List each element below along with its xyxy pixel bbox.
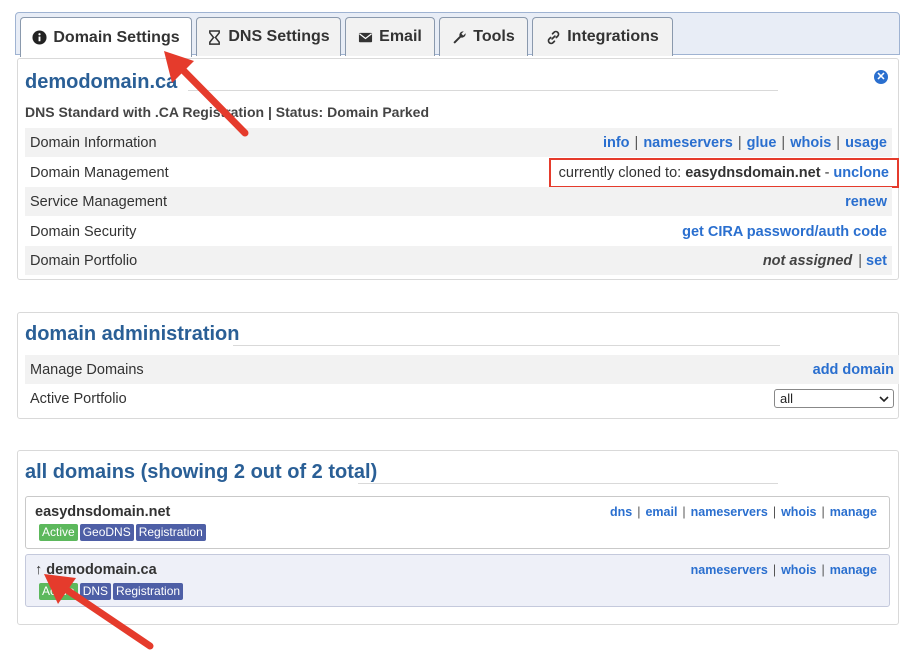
tab-label: Integrations — [567, 28, 659, 45]
domain-links: dns | email | nameservers | whois | manage — [609, 505, 877, 519]
manage-link[interactable]: manage — [830, 505, 877, 519]
unclone-link[interactable]: unclone — [833, 165, 889, 181]
annotation-arrow-icon — [164, 51, 249, 137]
whois-link[interactable]: whois — [781, 505, 816, 519]
row-domain-management: Domain Management currently cloned to: e… — [25, 157, 899, 188]
tab-label: DNS Settings — [228, 28, 330, 45]
badge-group: Active GeoDNS Registration — [39, 524, 206, 541]
cloned-domain: easydnsdomain.net — [685, 164, 821, 181]
envelope-icon — [359, 32, 373, 42]
row-manage-domains: Manage Domains add domain — [25, 355, 899, 384]
wrench-icon — [453, 30, 466, 44]
status-badge: Active — [39, 524, 78, 541]
row-service-management: Service Management renew — [25, 187, 892, 216]
row-domain-security: Domain Security get CIRA password/auth c… — [25, 217, 892, 246]
glue-link[interactable]: glue — [747, 135, 777, 151]
row-domain-portfolio: Domain Portfolio not assigned | set — [25, 246, 892, 275]
portfolio-status: not assigned — [762, 252, 853, 269]
row-label: Manage Domains — [30, 361, 144, 378]
info-circle-icon — [32, 30, 47, 45]
set-link[interactable]: set — [866, 253, 887, 269]
clone-prefix: currently cloned to: — [558, 164, 682, 181]
info-link[interactable]: info — [603, 135, 630, 151]
nameservers-link[interactable]: nameservers — [691, 505, 768, 519]
row-label: Service Management — [30, 193, 168, 210]
close-icon[interactable]: ✕ — [874, 70, 888, 84]
divider — [188, 90, 778, 91]
manage-link[interactable]: manage — [830, 563, 877, 577]
tab-bar: Domain Settings DNS Settings Email Tools… — [15, 12, 900, 57]
row-label: Domain Security — [30, 223, 137, 240]
row-label: Active Portfolio — [30, 390, 127, 407]
row-active-portfolio: Active Portfolio all — [25, 384, 899, 413]
add-domain-link[interactable]: add domain — [813, 362, 894, 378]
tab-label: Email — [379, 28, 422, 45]
row-label: Domain Information — [30, 134, 157, 151]
auth-code-link[interactable]: get CIRA password/auth code — [682, 224, 887, 240]
domain-card-easydnsdomain[interactable]: easydnsdomain.net dns | email | nameserver… — [25, 496, 890, 549]
domain-name: easydnsdomain.net — [35, 504, 171, 520]
service-badge: GeoDNS — [79, 524, 134, 541]
row-label: Domain Management — [30, 164, 169, 181]
nameservers-link[interactable]: nameservers — [643, 135, 733, 151]
divider — [233, 345, 780, 346]
admin-title: domain administration — [25, 323, 240, 345]
clone-status-highlight: currently cloned to: easydnsdomain.net -… — [548, 157, 899, 188]
dns-link[interactable]: dns — [610, 505, 632, 519]
row-label: Domain Portfolio — [30, 252, 138, 269]
whois-link[interactable]: whois — [790, 135, 831, 151]
service-badge: Registration — [135, 524, 206, 541]
domain-administration-panel: domain administration Manage Domains add… — [17, 312, 899, 419]
dash: - — [824, 164, 830, 181]
email-link[interactable]: email — [645, 505, 677, 519]
divider — [358, 483, 778, 484]
link-icon — [547, 30, 560, 44]
all-domains-title: all domains (showing 2 out of 2 total) — [25, 461, 378, 483]
usage-link[interactable]: usage — [845, 135, 887, 151]
tab-email[interactable]: Email — [345, 17, 435, 56]
tab-tools[interactable]: Tools — [439, 17, 528, 56]
renew-link[interactable]: renew — [845, 194, 887, 210]
portfolio-select[interactable]: all — [774, 389, 894, 408]
annotation-arrow-icon — [44, 574, 154, 650]
domain-info-links: info | nameservers | glue | whois | usage — [602, 134, 887, 151]
tab-label: Tools — [473, 28, 515, 45]
domain-links: nameservers | whois | manage — [690, 563, 877, 577]
select-value: all — [780, 391, 794, 406]
tab-label: Domain Settings — [53, 28, 180, 46]
portfolio-links: not assigned | set — [762, 252, 887, 269]
tab-integrations[interactable]: Integrations — [532, 17, 673, 56]
whois-link[interactable]: whois — [781, 563, 816, 577]
nameservers-link[interactable]: nameservers — [691, 563, 768, 577]
hourglass-icon — [209, 29, 221, 45]
chevron-down-icon — [879, 395, 889, 402]
